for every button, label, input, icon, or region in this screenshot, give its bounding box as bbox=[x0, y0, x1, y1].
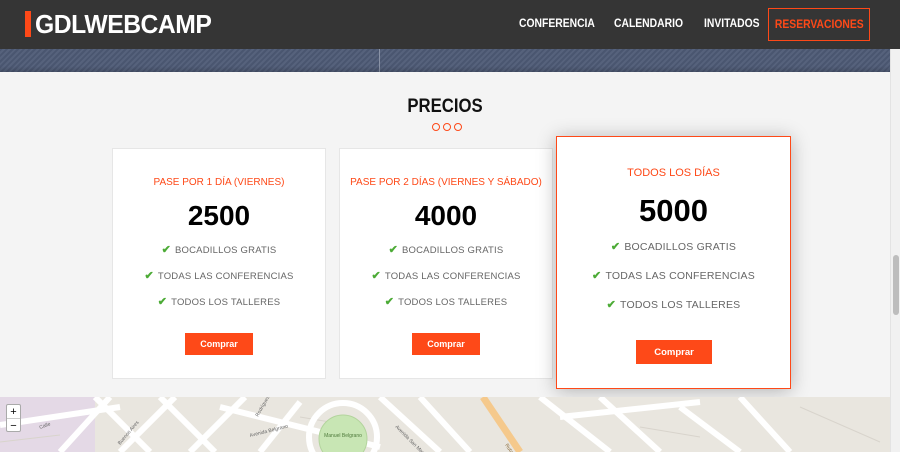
strip-divider bbox=[379, 49, 380, 72]
hero-image-strip bbox=[0, 49, 900, 72]
check-icon: ✔ bbox=[371, 270, 381, 282]
site-logo[interactable]: GDLWEBCAMP bbox=[25, 11, 221, 37]
check-icon: ✔ bbox=[610, 241, 621, 253]
buy-button[interactable]: Comprar bbox=[185, 333, 253, 355]
map-zoom-control: + − bbox=[6, 404, 21, 432]
check-icon: ✔ bbox=[157, 296, 168, 308]
map-tiles: Manuel Belgrano Avenida Belgrano Buenos … bbox=[0, 397, 890, 452]
nav-link-conferencia[interactable]: CONFERENCIA bbox=[519, 17, 595, 31]
feature-label: TODOS LOS TALLERES bbox=[171, 297, 281, 308]
decoration-dot bbox=[432, 123, 440, 131]
feature-label: BOCADILLOS GRATIS bbox=[402, 245, 504, 256]
decoration-dot bbox=[443, 123, 451, 131]
pricing-card-price: 5000 bbox=[639, 193, 708, 228]
scrollbar-thumb[interactable] bbox=[893, 255, 899, 315]
feature-label: TODAS LAS CONFERENCIAS bbox=[605, 270, 755, 282]
feature-item: ✔ TODOS LOS TALLERES bbox=[557, 298, 790, 311]
feature-item: ✔ BOCADILLOS GRATIS bbox=[113, 243, 325, 256]
title-decoration bbox=[432, 123, 462, 131]
feature-label: TODAS LAS CONFERENCIAS bbox=[157, 271, 294, 282]
feature-label: TODOS LOS TALLERES bbox=[398, 297, 508, 308]
top-navigation-bar: GDLWEBCAMP CONFERENCIA CALENDARIO INVITA… bbox=[0, 0, 900, 49]
pricing-card-title: TODOS LOS DÍAS bbox=[627, 167, 720, 179]
decoration-dot bbox=[454, 123, 462, 131]
feature-item: ✔ TODAS LAS CONFERENCIAS bbox=[557, 269, 790, 282]
pricing-card-price: 4000 bbox=[414, 200, 478, 231]
feature-label: BOCADILLOS GRATIS bbox=[175, 245, 277, 256]
pricing-card-2-days: PASE POR 2 DÍAS (VIERNES Y SÁBADO) 4000 … bbox=[339, 148, 553, 379]
check-icon: ✔ bbox=[606, 299, 617, 311]
page-scrollbar[interactable] bbox=[890, 49, 900, 452]
location-map[interactable]: Manuel Belgrano Avenida Belgrano Buenos … bbox=[0, 397, 890, 452]
buy-button[interactable]: Comprar bbox=[636, 340, 712, 364]
feature-item: ✔ TODAS LAS CONFERENCIAS bbox=[113, 269, 325, 282]
pricing-card-price: 2500 bbox=[187, 200, 251, 231]
feature-item: ✔ TODOS LOS TALLERES bbox=[113, 295, 325, 308]
check-icon: ✔ bbox=[384, 296, 395, 308]
feature-label: BOCADILLOS GRATIS bbox=[624, 241, 737, 253]
pricing-card-1-day: PASE POR 1 DÍA (VIERNES) 2500 ✔ BOCADILLO… bbox=[112, 148, 326, 379]
check-icon: ✔ bbox=[388, 244, 398, 256]
check-icon: ✔ bbox=[144, 270, 154, 282]
plus-icon[interactable]: + bbox=[7, 405, 20, 418]
minus-icon[interactable]: − bbox=[7, 419, 20, 432]
feature-item: ✔ TODOS LOS TALLERES bbox=[340, 295, 552, 308]
nav-button-reservaciones-label: RESERVACIONES bbox=[774, 18, 864, 31]
nav-button-reservaciones[interactable]: RESERVACIONES bbox=[768, 8, 870, 41]
map-label-park: Manuel Belgrano bbox=[324, 433, 362, 439]
feature-label: TODOS LOS TALLERES bbox=[620, 299, 741, 311]
logo-text: GDLWEBCAMP bbox=[35, 9, 212, 39]
check-icon: ✔ bbox=[592, 270, 602, 282]
feature-label: TODAS LAS CONFERENCIAS bbox=[384, 271, 521, 282]
feature-item: ✔ BOCADILLOS GRATIS bbox=[340, 243, 552, 256]
pricing-card-all-days: TODOS LOS DÍAS 5000 ✔ BOCADILLOS GRATIS ✔… bbox=[556, 136, 791, 389]
feature-item: ✔ TODAS LAS CONFERENCIAS bbox=[340, 269, 552, 282]
nav-link-calendario[interactable]: CALENDARIO bbox=[614, 17, 683, 31]
logo-mark bbox=[25, 11, 31, 37]
pricing-card-title: PASE POR 2 DÍAS (VIERNES Y SÁBADO) bbox=[350, 177, 542, 188]
check-icon: ✔ bbox=[161, 244, 171, 256]
buy-button[interactable]: Comprar bbox=[412, 333, 480, 355]
section-title: PRECIOS bbox=[407, 96, 483, 117]
nav-link-invitados[interactable]: INVITADOS bbox=[704, 17, 760, 31]
pricing-card-title: PASE POR 1 DÍA (VIERNES) bbox=[153, 177, 285, 188]
feature-item: ✔ BOCADILLOS GRATIS bbox=[557, 240, 790, 253]
